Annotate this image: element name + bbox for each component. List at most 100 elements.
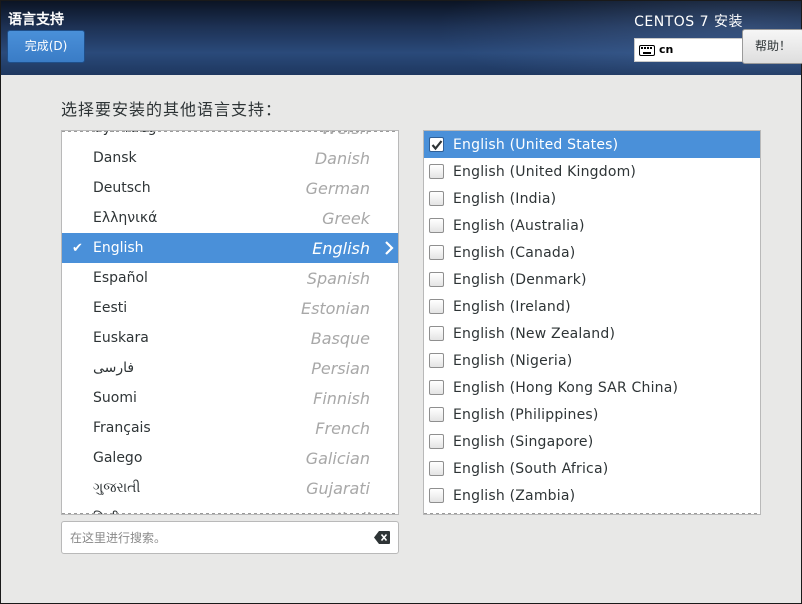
language-native-name: Galego bbox=[93, 450, 143, 466]
checkmark-icon bbox=[431, 140, 443, 151]
language-english-name: Spanish bbox=[306, 268, 370, 288]
language-english-name: Persian bbox=[311, 358, 370, 378]
language-native-name: Euskara bbox=[93, 330, 149, 346]
language-row[interactable]: Deutsch German bbox=[62, 173, 398, 203]
locale-row[interactable]: English (United States) bbox=[424, 131, 760, 158]
language-english-name: Finnish bbox=[313, 388, 370, 408]
locale-row[interactable]: English (Zambia) bbox=[424, 482, 760, 509]
locale-label: English (United Kingdom) bbox=[453, 163, 637, 180]
language-english-name: Galician bbox=[305, 448, 370, 468]
language-english-name: Danish bbox=[314, 148, 370, 168]
selected-check-icon: ✔ bbox=[72, 240, 83, 256]
search-input[interactable] bbox=[62, 522, 362, 553]
header-bar: 语言支持 完成(D) CENTOS 7 安装 cn bbox=[1, 1, 801, 75]
keyboard-layout-label: cn bbox=[659, 43, 674, 56]
search-box[interactable] bbox=[61, 521, 399, 554]
language-native-name: فارسی bbox=[93, 360, 135, 376]
locale-label: English (United States) bbox=[453, 136, 619, 153]
checkbox[interactable] bbox=[429, 164, 444, 179]
language-english-name: Hindi bbox=[329, 509, 398, 515]
locale-row[interactable]: English (Nigeria) bbox=[424, 347, 760, 374]
language-native-name: Deutsch bbox=[93, 180, 151, 196]
language-native-name: Cymraeg bbox=[93, 131, 321, 136]
locale-label: English (South Africa) bbox=[453, 460, 609, 477]
locale-row[interactable]: English (Philippines) bbox=[424, 401, 760, 428]
checkbox[interactable] bbox=[429, 191, 444, 206]
language-row[interactable]: Español Spanish bbox=[62, 263, 398, 293]
language-row[interactable]: CymraegWelsh bbox=[62, 131, 398, 143]
locale-row[interactable]: English (Canada) bbox=[424, 239, 760, 266]
locale-label: English (Denmark) bbox=[453, 271, 587, 288]
language-native-name: हिन्दी bbox=[93, 509, 329, 515]
locale-label: English (Hong Kong SAR China) bbox=[453, 379, 679, 396]
checkbox[interactable] bbox=[429, 380, 444, 395]
checkbox[interactable] bbox=[429, 434, 444, 449]
checkbox[interactable] bbox=[429, 461, 444, 476]
locale-row[interactable]: English (New Zealand) bbox=[424, 320, 760, 347]
chevron-right-icon bbox=[385, 241, 394, 255]
language-native-name: English bbox=[93, 240, 144, 256]
locale-row[interactable]: English (Hong Kong SAR China) bbox=[424, 374, 760, 401]
locale-list[interactable]: English (United States) English (United K… bbox=[423, 130, 761, 515]
language-native-name: Ελληνικά bbox=[93, 210, 158, 226]
language-native-name: ગુજરાતી bbox=[93, 480, 141, 496]
language-row[interactable]: ✔ English English bbox=[62, 233, 398, 263]
language-row[interactable]: Eesti Estonian bbox=[62, 293, 398, 323]
locale-label: English (Singapore) bbox=[453, 433, 594, 450]
spoke-title: 语言支持 bbox=[8, 12, 64, 28]
locale-row[interactable]: English (South Africa) bbox=[424, 455, 760, 482]
locale-row[interactable]: English (India) bbox=[424, 185, 760, 212]
locale-label: English (Ireland) bbox=[453, 298, 571, 315]
language-row[interactable]: ગુજરાતી Gujarati bbox=[62, 473, 398, 503]
language-list[interactable]: CymraegWelsh Dansk Danish Deutsch German Ελλη… bbox=[61, 130, 399, 515]
product-title: CENTOS 7 安装 bbox=[634, 14, 743, 30]
help-button[interactable]: 帮助！ bbox=[742, 29, 802, 64]
language-support-prompt: 选择要安装的其他语言支持： bbox=[61, 100, 283, 119]
locale-row[interactable]: English (Singapore) bbox=[424, 428, 760, 455]
language-row[interactable]: Suomi Finnish bbox=[62, 383, 398, 413]
locale-label: English (India) bbox=[453, 190, 557, 207]
checkbox[interactable] bbox=[429, 353, 444, 368]
checkbox[interactable] bbox=[429, 218, 444, 233]
language-native-name: Français bbox=[93, 420, 151, 436]
locale-label: English (Australia) bbox=[453, 217, 585, 234]
language-row[interactable]: Galego Galician bbox=[62, 443, 398, 473]
language-native-name: Suomi bbox=[93, 390, 137, 406]
language-native-name: Eesti bbox=[93, 300, 128, 316]
clear-search-icon[interactable] bbox=[374, 531, 390, 544]
language-english-name: Gujarati bbox=[306, 478, 370, 498]
language-english-name: Welsh bbox=[321, 131, 398, 138]
language-row[interactable]: Dansk Danish bbox=[62, 143, 398, 173]
language-english-name: French bbox=[315, 418, 370, 438]
checkbox[interactable] bbox=[429, 299, 444, 314]
checkbox[interactable] bbox=[429, 245, 444, 260]
language-row[interactable]: Français French bbox=[62, 413, 398, 443]
language-english-name: Estonian bbox=[300, 298, 370, 318]
locale-label: English (Canada) bbox=[453, 244, 576, 261]
checkbox-checked[interactable] bbox=[429, 137, 444, 152]
language-native-name: Dansk bbox=[93, 150, 137, 166]
language-english-name: German bbox=[305, 178, 370, 198]
language-row[interactable]: Ελληνικά Greek bbox=[62, 203, 398, 233]
language-english-name: Basque bbox=[310, 328, 370, 348]
locale-label: English (Zambia) bbox=[453, 487, 576, 504]
keyboard-icon bbox=[639, 44, 655, 56]
checkbox[interactable] bbox=[429, 272, 444, 287]
locale-label: English (Nigeria) bbox=[453, 352, 573, 369]
locale-row[interactable]: English (Ireland) bbox=[424, 293, 760, 320]
language-native-name: Español bbox=[93, 270, 148, 286]
language-row[interactable]: हिन्दीHindi bbox=[62, 503, 398, 515]
locale-label: English (Philippines) bbox=[453, 406, 599, 423]
locale-row[interactable]: English (Australia) bbox=[424, 212, 760, 239]
checkbox[interactable] bbox=[429, 407, 444, 422]
locale-row[interactable]: English (Denmark) bbox=[424, 266, 760, 293]
checkbox[interactable] bbox=[429, 488, 444, 503]
language-english-name: Greek bbox=[322, 208, 370, 228]
language-row[interactable]: فارسی Persian bbox=[62, 353, 398, 383]
done-button[interactable]: 完成(D) bbox=[7, 30, 85, 63]
locale-label: English (New Zealand) bbox=[453, 325, 616, 342]
checkbox[interactable] bbox=[429, 326, 444, 341]
locale-row[interactable]: English (United Kingdom) bbox=[424, 158, 760, 185]
keyboard-layout-indicator[interactable]: cn bbox=[634, 38, 744, 62]
language-row[interactable]: Euskara Basque bbox=[62, 323, 398, 353]
